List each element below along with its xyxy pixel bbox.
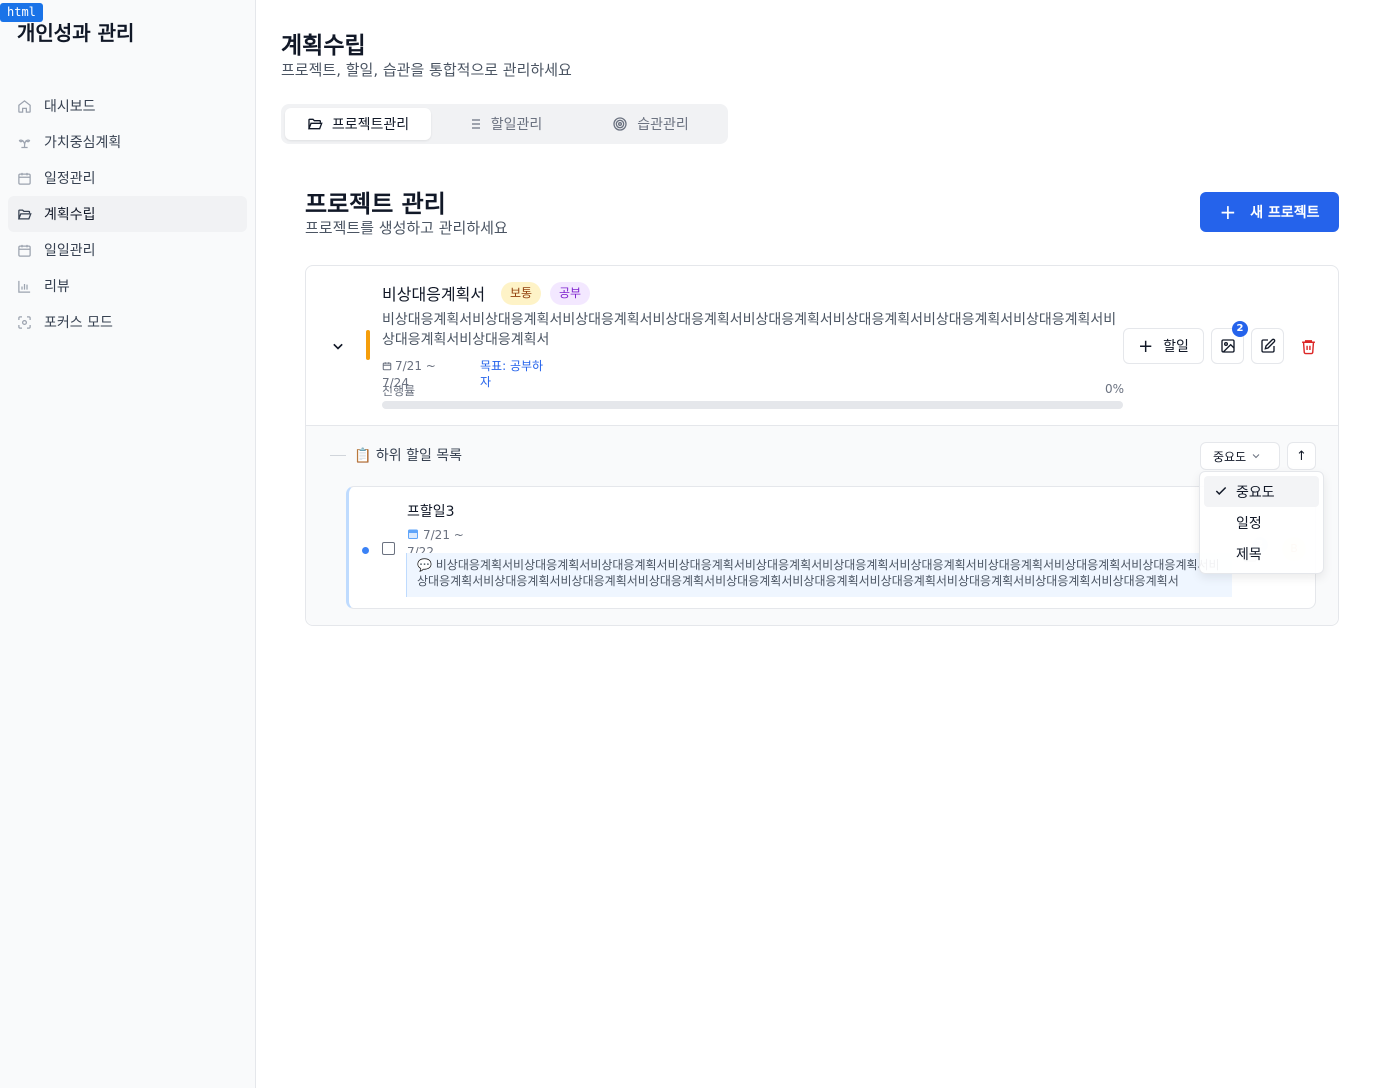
sidebar-item-label: 계획수립 xyxy=(44,207,96,223)
progress-bar xyxy=(382,401,1123,409)
sort-dropdown-menu: 중요도 일정 제목 xyxy=(1199,471,1324,574)
new-project-label: 새 프로젝트 xyxy=(1250,205,1320,221)
sort-value: 중요도 xyxy=(1213,449,1247,464)
subtask-title: 📋 하위 할일 목록 xyxy=(354,448,463,464)
calendar-icon xyxy=(16,242,32,258)
plus-icon: + xyxy=(1219,200,1237,224)
chevron-down-icon[interactable] xyxy=(328,336,348,356)
tab-label: 할일관리 xyxy=(490,117,543,133)
sidebar-item-label: 리뷰 xyxy=(44,279,70,295)
check-icon xyxy=(1214,484,1228,502)
tab-habits[interactable]: 습관관리 xyxy=(577,108,724,140)
sidebar-item-label: 일정관리 xyxy=(44,171,96,187)
subtask-section: 📋 하위 할일 목록 중요도 ↑ 프할일3 7/21 ~ 7/22 💬 비상대응… xyxy=(306,426,1338,625)
sort-option-label: 일정 xyxy=(1236,515,1262,532)
add-todo-label: 할일 xyxy=(1163,339,1189,355)
status-dot xyxy=(362,547,369,554)
page-subtitle: 프로젝트, 할일, 습관을 통합적으로 관리하세요 xyxy=(281,61,572,79)
sidebar-item-dashboard[interactable]: 대시보드 xyxy=(8,88,247,124)
sidebar-item-label: 포커스 모드 xyxy=(44,315,113,331)
calendar-icon xyxy=(16,170,32,186)
category-badge: 공부 xyxy=(550,282,591,305)
sort-option-label: 제목 xyxy=(1236,546,1262,563)
app-title: 개인성과 관리 xyxy=(17,21,135,45)
image-button[interactable]: 2 xyxy=(1211,321,1248,364)
tab-label: 습관관리 xyxy=(637,117,689,133)
sort-option-title[interactable]: 제목 xyxy=(1204,538,1319,569)
subtask-checkbox[interactable] xyxy=(382,542,395,555)
tab-projects[interactable]: 프로젝트관리 xyxy=(285,108,431,140)
project-description: 비상대응계획서비상대응계획서비상대응계획서비상대응계획서비상대응계획서비상대응계… xyxy=(382,312,1117,348)
sidebar-item-focus[interactable]: 포커스 모드 xyxy=(8,304,247,340)
section-subtitle: 프로젝트를 생성하고 관리하세요 xyxy=(305,219,508,237)
progress-label: 진행률 xyxy=(382,384,416,398)
sidebar-item-label: 일일관리 xyxy=(44,243,96,259)
page-title: 계획수립 xyxy=(281,33,366,59)
sidebar-item-daily[interactable]: 일일관리 xyxy=(8,232,247,268)
sort-option-importance[interactable]: 중요도 xyxy=(1204,476,1319,507)
tab-list: 프로젝트관리 할일관리 습관관리 xyxy=(281,104,728,144)
edit-button[interactable] xyxy=(1251,328,1284,364)
sidebar-item-review[interactable]: 리뷰 xyxy=(8,268,247,304)
delete-button[interactable] xyxy=(1298,336,1318,356)
sort-select[interactable]: 중요도 xyxy=(1200,442,1280,470)
plus-icon: + xyxy=(1138,335,1154,357)
sidebar-item-planning[interactable]: 계획수립 xyxy=(8,196,247,232)
priority-accent-bar xyxy=(366,330,370,360)
target-icon xyxy=(612,116,628,132)
project-goal: 목표: 공부하자 xyxy=(480,359,544,389)
folder-open-icon xyxy=(307,116,323,132)
list-icon xyxy=(466,116,482,132)
sidebar-item-value-plan[interactable]: 가치중심계획 xyxy=(8,124,247,160)
folder-open-icon xyxy=(16,206,32,222)
divider xyxy=(330,455,346,456)
new-project-button[interactable]: + 새 프로젝트 xyxy=(1200,192,1339,232)
progress-percent: 0% xyxy=(1105,382,1125,396)
sidebar-item-schedule[interactable]: 일정관리 xyxy=(8,160,247,196)
image-icon xyxy=(1220,338,1236,354)
sidebar-item-label: 가치중심계획 xyxy=(44,135,122,151)
sort-option-label: 중요도 xyxy=(1236,484,1275,501)
project-row: 비상대응계획서 보통 공부 비상대응계획서비상대응계획서비상대응계획서비상대응계… xyxy=(306,266,1338,426)
section-title: 프로젝트 관리 xyxy=(305,190,446,218)
subtask-note: 💬 비상대응계획서비상대응계획서비상대응계획서비상대응계획서비상대응계획서비상대… xyxy=(406,553,1232,597)
tab-label: 프로젝트관리 xyxy=(331,117,410,133)
sprout-icon xyxy=(16,134,32,150)
subtask-name: 프할일3 xyxy=(407,504,455,520)
project-card: 비상대응계획서 보통 공부 비상대응계획서비상대응계획서비상대응계획서비상대응계… xyxy=(305,265,1339,626)
edit-icon xyxy=(1260,338,1276,354)
html-badge: html xyxy=(0,3,43,22)
chevron-down-icon xyxy=(1250,450,1262,462)
sort-direction-button[interactable]: ↑ xyxy=(1287,442,1316,470)
bar-chart-icon xyxy=(16,278,32,294)
sort-option-schedule[interactable]: 일정 xyxy=(1204,507,1319,538)
project-name: 비상대응계획서 xyxy=(382,285,486,304)
home-icon xyxy=(16,98,32,114)
add-todo-button[interactable]: + 할일 xyxy=(1123,328,1204,364)
focus-icon xyxy=(16,314,32,330)
trash-icon xyxy=(1300,338,1317,355)
sidebar: 개인성과 관리 대시보드 가치중심계획 일정관리 계획수립 일일관리 리뷰 포커… xyxy=(0,0,256,1088)
image-count-badge: 2 xyxy=(1232,321,1248,337)
calendar-icon xyxy=(382,359,392,375)
sidebar-item-label: 대시보드 xyxy=(44,99,96,115)
subtask-item: 프할일3 7/21 ~ 7/22 💬 비상대응계획서비상대응계획서비상대응계획서… xyxy=(346,486,1316,609)
calendar-icon xyxy=(407,528,419,544)
tab-todos[interactable]: 할일관리 xyxy=(431,108,577,140)
priority-badge: 보통 xyxy=(501,282,542,305)
